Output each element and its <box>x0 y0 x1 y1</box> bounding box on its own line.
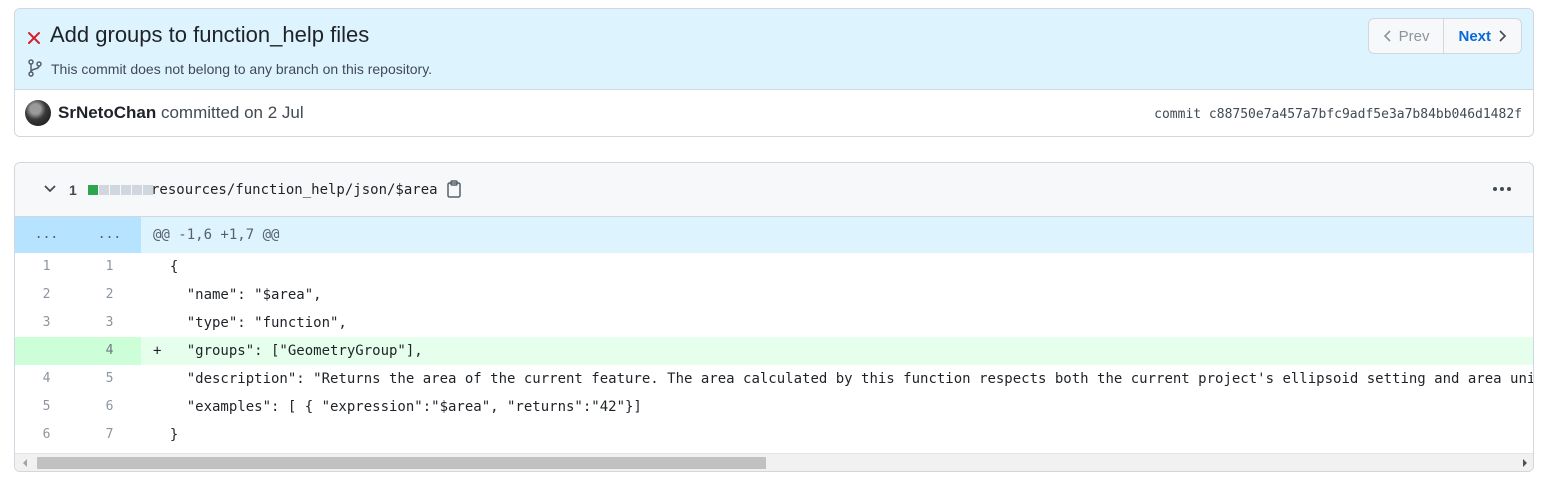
diff-line: 45 "description": "Returns the area of t… <box>15 365 1534 393</box>
commit-nav: Prev Next <box>1367 18 1522 54</box>
copy-clipboard-icon[interactable] <box>446 180 462 203</box>
collapse-chevron-icon[interactable] <box>43 182 57 201</box>
commit-title: Add groups to function_help files <box>50 22 370 47</box>
new-line-number[interactable]: 4 <box>78 337 141 365</box>
diff-line: 56 "examples": [ { "expression":"$area",… <box>15 393 1533 421</box>
expand-down-button[interactable]: ... <box>78 217 141 253</box>
old-line-number[interactable]: 5 <box>15 393 78 421</box>
diff-line-added: 4 + "groups": ["GeometryGroup"], <box>15 337 1533 365</box>
author-link[interactable]: SrNetoChan <box>58 103 156 122</box>
code-text: } <box>153 427 179 443</box>
prev-label: Prev <box>1398 27 1430 45</box>
hunk-header: @@ -1,6 +1,7 @@ <box>153 227 280 243</box>
code-text: "type": "function", <box>153 315 347 331</box>
diffstat-add-square <box>88 185 98 195</box>
new-line-number[interactable]: 7 <box>78 421 141 449</box>
new-line-number[interactable]: 1 <box>78 253 141 281</box>
new-line-number[interactable]: 2 <box>78 281 141 309</box>
diffstat-neutral-square <box>110 185 120 195</box>
commit-summary: Add groups to function_help files This c… <box>15 9 1533 90</box>
horizontal-scrollbar[interactable] <box>15 453 1533 471</box>
old-line-number[interactable]: 3 <box>15 309 78 337</box>
hunk-row: ... ... @@ -1,6 +1,7 @@ <box>15 217 1533 253</box>
scroll-thumb[interactable] <box>37 457 766 469</box>
diffstat-neutral-square <box>121 185 131 195</box>
expand-up-button[interactable]: ... <box>15 217 78 253</box>
commit-meta: SrNetoChan committed on 2 Jul commit c88… <box>15 90 1533 136</box>
diff-table: ... ... @@ -1,6 +1,7 @@ 11 {2 2 "name": "… <box>15 217 1534 449</box>
chevron-right-icon <box>1499 30 1507 42</box>
prev-button[interactable]: Prev <box>1369 19 1445 53</box>
more-options-icon[interactable] <box>1493 187 1511 191</box>
new-line-number[interactable]: 3 <box>78 309 141 337</box>
branch-note: This commit does not belong to any branc… <box>51 61 433 77</box>
diffstat <box>88 185 153 195</box>
diff-file: 1 resources/function_help/json/$area ...… <box>14 162 1534 472</box>
diff-line: 22 "name": "$area", <box>15 281 1533 309</box>
code-text: "description": "Returns the area of the … <box>153 371 1534 387</box>
scroll-right-icon[interactable] <box>1521 458 1529 468</box>
next-label: Next <box>1458 27 1491 45</box>
chevron-left-icon <box>1383 30 1391 42</box>
old-line-number[interactable]: 2 <box>15 281 78 309</box>
next-button[interactable]: Next <box>1444 19 1521 53</box>
failed-status-icon[interactable] <box>27 31 41 50</box>
commit-sha: commit c88750e7a457a7bfc9adf5e3a7b84bb04… <box>1154 107 1522 122</box>
old-line-number[interactable]: 1 <box>15 253 78 281</box>
old-line-number[interactable]: 6 <box>15 421 78 449</box>
code-text: "examples": [ { "expression":"$area", "r… <box>153 399 642 415</box>
author-line: SrNetoChan committed on 2 Jul <box>58 103 304 123</box>
scroll-left-icon[interactable] <box>21 458 29 468</box>
diffstat-neutral-square <box>99 185 109 195</box>
diffstat-neutral-square <box>132 185 142 195</box>
old-line-number[interactable] <box>15 337 78 365</box>
committed-text: committed on 2 Jul <box>160 103 304 122</box>
file-header: 1 resources/function_help/json/$area <box>15 163 1533 217</box>
diff-line: 67 } <box>15 421 1533 449</box>
avatar[interactable] <box>25 100 51 126</box>
diff-line: 33 "type": "function", <box>15 309 1533 337</box>
code-text: "name": "$area", <box>153 287 322 303</box>
new-line-number[interactable]: 5 <box>78 365 141 393</box>
code-text: { <box>153 259 179 275</box>
code-text: + "groups": ["GeometryGroup"], <box>153 343 423 359</box>
new-line-number[interactable]: 6 <box>78 393 141 421</box>
commit-header: Add groups to function_help files This c… <box>14 8 1534 137</box>
git-branch-icon <box>27 59 43 82</box>
old-line-number[interactable]: 4 <box>15 365 78 393</box>
file-path[interactable]: resources/function_help/json/$area <box>151 182 438 198</box>
diff-line: 11 { <box>15 253 1533 281</box>
change-count: 1 <box>69 182 77 198</box>
